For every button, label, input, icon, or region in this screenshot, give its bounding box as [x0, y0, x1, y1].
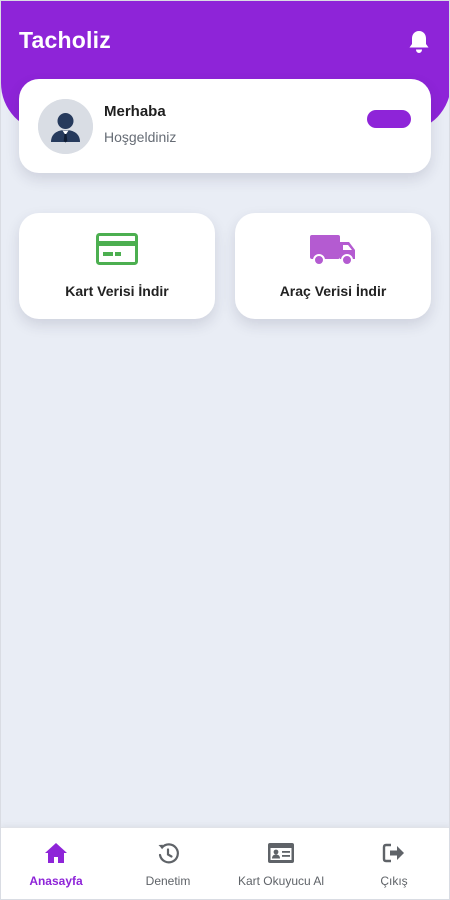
nav-label-audit: Denetim	[145, 874, 191, 888]
nav-label-home: Anasayfa	[29, 874, 83, 888]
download-vehicle-data-button[interactable]: Araç Verisi İndir	[235, 213, 431, 319]
bottom-navigation: Anasayfa Denetim Kart Okuyucu Al Çıkış	[1, 827, 449, 899]
id-card-icon	[267, 842, 295, 869]
nav-item-audit[interactable]: Denetim	[113, 828, 223, 899]
nav-label-card-reader: Kart Okuyucu Al	[237, 874, 325, 888]
bell-icon[interactable]	[407, 29, 431, 55]
home-icon	[44, 842, 68, 869]
nav-label-logout: Çıkış	[380, 874, 408, 888]
logout-icon	[382, 842, 406, 869]
credit-card-icon	[96, 233, 138, 270]
status-toggle[interactable]	[367, 110, 411, 128]
download-vehicle-data-label: Araç Verisi İndir	[279, 283, 387, 299]
app-title: Tacholiz	[19, 27, 111, 53]
nav-item-logout[interactable]: Çıkış	[339, 828, 449, 899]
download-card-data-button[interactable]: Kart Verisi İndir	[19, 213, 215, 319]
nav-item-card-reader[interactable]: Kart Okuyucu Al	[225, 828, 337, 899]
history-icon	[156, 842, 180, 871]
greeting-text: Merhaba	[104, 103, 166, 120]
welcome-card: Merhaba Hoşgeldiniz	[19, 79, 431, 173]
nav-item-home[interactable]: Anasayfa	[1, 828, 111, 899]
welcome-subtitle: Hoşgeldiniz	[104, 129, 177, 145]
truck-icon	[308, 233, 358, 272]
download-card-data-label: Kart Verisi İndir	[65, 283, 169, 299]
app-screen: Tacholiz Merhaba Hoşgeldiniz Kart Verisi…	[0, 0, 450, 900]
user-avatar-icon	[38, 99, 93, 154]
